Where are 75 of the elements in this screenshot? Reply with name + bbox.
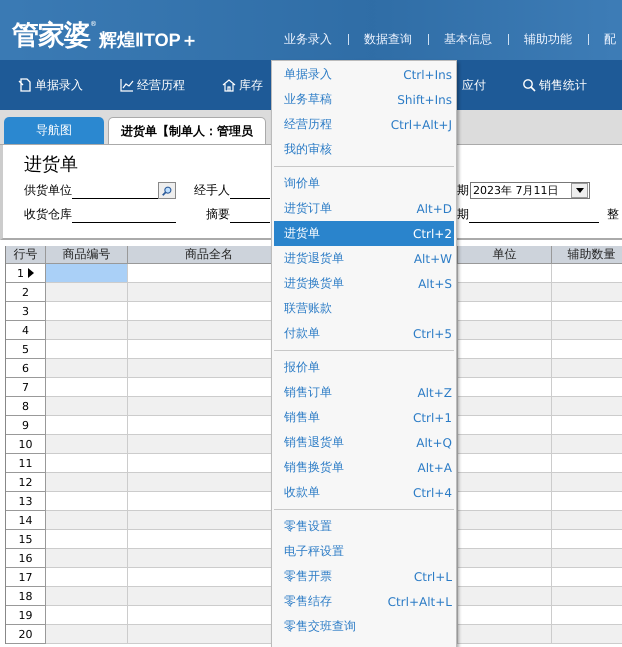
row-number: 8 — [6, 397, 46, 416]
row-pointer-icon — [28, 268, 34, 278]
field-label: 期 — [457, 206, 469, 223]
table-cell[interactable] — [458, 625, 552, 644]
row-number: 14 — [6, 511, 46, 530]
magnifier-icon — [161, 184, 173, 196]
line-chart-icon — [120, 78, 134, 92]
row-number: 18 — [6, 587, 46, 606]
document-icon — [18, 78, 32, 92]
field-label: 期 — [457, 182, 469, 199]
menu-item[interactable]: 我的审核 — [274, 137, 454, 162]
toolbar-button[interactable]: 销售统计 — [522, 76, 587, 94]
edition-text: 辉煌ⅡTOP＋ — [99, 29, 199, 52]
row-number: 17 — [6, 568, 46, 587]
menu-item[interactable]: 销售订单 Alt+Z — [274, 380, 454, 405]
menu-item[interactable]: 零售设置 — [274, 514, 454, 539]
row-number: 19 — [6, 606, 46, 625]
menu-item[interactable]: 配 — [604, 31, 622, 48]
tab[interactable]: 导航图 — [4, 117, 104, 144]
menu-item[interactable]: 零售开票 Ctrl+L — [274, 564, 454, 589]
field-label: 经手人 — [194, 182, 230, 199]
table-cell[interactable] — [46, 264, 128, 283]
menu-item[interactable]: 收款单 Ctrl+4 — [274, 480, 454, 505]
menu-item[interactable]: 零售结存 Ctrl+Alt+L — [274, 589, 454, 614]
menu-item[interactable]: 报价单 — [274, 355, 454, 380]
row-number: 1 — [6, 264, 46, 283]
row-number: 16 — [6, 549, 46, 568]
row-number: 3 — [6, 302, 46, 321]
row-number: 2 — [6, 283, 46, 302]
home-icon — [222, 78, 236, 92]
row-number: 10 — [6, 435, 46, 454]
menu-item[interactable]: 销售换货单 Alt+A — [274, 455, 454, 480]
row-number: 5 — [6, 340, 46, 359]
logo-text: 管家婆 — [12, 20, 90, 52]
menu-item[interactable]: 销售退货单 Alt+Q — [274, 430, 454, 455]
field-label: 供货单位 — [24, 182, 72, 199]
row-number: 6 — [6, 359, 46, 378]
field-label: 收货仓库 — [24, 206, 72, 223]
menu-item[interactable]: 辅助功能 — [524, 31, 572, 48]
dropdown-arrow-icon — [576, 188, 584, 193]
date-picker[interactable]: 2023年 7月11日 — [470, 182, 590, 199]
menu-item[interactable]: 基本信息 — [444, 31, 492, 48]
menu-item[interactable]: 进货订单 Alt+D — [274, 196, 454, 221]
menu-item[interactable]: 付款单 Ctrl+5 — [274, 321, 454, 346]
menu-item[interactable]: 联营账款 — [274, 296, 454, 321]
toolbar-button[interactable]: 库存 — [222, 76, 263, 94]
menu-item[interactable]: 电子秤设置 — [274, 539, 454, 564]
menu-item[interactable]: 经营历程 Ctrl+Alt+J — [274, 112, 454, 137]
row-number: 11 — [6, 454, 46, 473]
search-icon — [522, 78, 536, 92]
row-number: 4 — [6, 321, 46, 340]
menu-item[interactable]: 零售交班查询 — [274, 614, 454, 639]
row-number: 9 — [6, 416, 46, 435]
row-number: 20 — [6, 625, 46, 644]
menu-item[interactable]: 业务草稿 Shift+Ins — [274, 87, 454, 112]
menu-item[interactable]: 销售单 Ctrl+1 — [274, 405, 454, 430]
menu-item[interactable]: 进货换货单 Alt+S — [274, 271, 454, 296]
row-number: 12 — [6, 473, 46, 492]
toolbar-button[interactable]: 单据录入 — [18, 76, 83, 94]
field-label: 整 — [607, 206, 619, 223]
row-number: 13 — [6, 492, 46, 511]
search-button[interactable] — [158, 182, 176, 199]
table-cell[interactable] — [46, 625, 128, 644]
field-label: 摘要 — [206, 206, 230, 223]
menu-item[interactable]: 数据查询 — [364, 31, 412, 48]
row-number: 15 — [6, 530, 46, 549]
menu-item[interactable]: 询价单 — [274, 171, 454, 196]
row-number: 7 — [6, 378, 46, 397]
toolbar-button[interactable]: 经营历程 — [120, 76, 185, 94]
menu-item[interactable]: 进货单 Ctrl+2 — [274, 221, 454, 246]
toolbar-button[interactable]: 应付 — [462, 76, 486, 94]
tab[interactable]: 进货单【制单人：管理员 — [108, 117, 266, 144]
menu-item[interactable]: 单据录入 Ctrl+Ins — [274, 62, 454, 87]
form-title: 进货单 — [24, 154, 78, 175]
menu-item[interactable]: 业务录入 — [284, 31, 332, 48]
